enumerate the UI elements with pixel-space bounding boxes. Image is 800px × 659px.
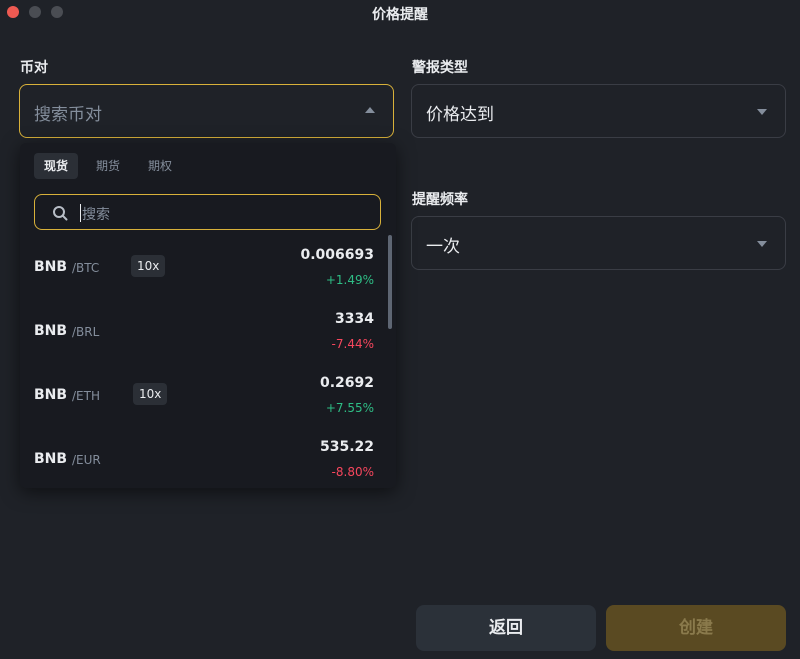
pair-change: +1.49% [325,273,374,287]
tab-futures[interactable]: 期货 [86,153,130,179]
pair-select[interactable]: 搜索币对 [19,84,394,138]
pair-label: 币对 [20,60,48,76]
search-icon [53,206,68,221]
pair-base: BNB [34,259,68,275]
pair-quote: /ETH [72,389,100,403]
pair-base: BNB [34,323,68,339]
pair-list-scrollbar[interactable] [388,235,392,329]
pair-row[interactable]: BNB /BTC 10x 0.006693 +1.49% [20,235,396,299]
alert-type-label: 警报类型 [412,60,468,76]
pair-change: -7.44% [331,337,374,351]
pair-base: BNB [34,451,68,467]
leverage-badge: 10x [131,255,166,277]
pair-price: 0.2692 [319,375,374,391]
chevron-up-icon [365,107,375,113]
frequency-select[interactable]: 一次 [411,216,786,270]
pair-quote: /EUR [72,453,101,467]
tab-spot[interactable]: 现货 [34,153,79,179]
price-alert-window: 价格提醒 币对 搜索币对 警报类型 价格达到 提醒频率 一次 现货 期货 期权 … [0,0,800,659]
alert-type-value: 价格达到 [426,105,494,125]
pair-change: -8.80% [331,465,374,479]
tab-options[interactable]: 期权 [138,153,182,179]
search-placeholder: 搜索 [82,207,110,223]
chevron-down-icon [757,241,767,247]
pair-base: BNB [34,387,68,403]
pair-list: BNB /BTC 10x 0.006693 +1.49% BNB /BRL 33… [20,235,396,488]
pair-search-placeholder: 搜索币对 [34,105,102,125]
pair-row[interactable]: BNB /EUR 535.22 -8.80% [20,427,396,488]
frequency-label: 提醒频率 [412,192,468,208]
frequency-value: 一次 [426,237,460,257]
pair-price: 0.006693 [300,247,374,263]
text-cursor [80,204,81,222]
pair-change: +7.55% [325,401,374,415]
pair-search-input[interactable]: 搜索 [34,194,381,230]
title-bar: 价格提醒 [0,0,800,26]
pair-price: 535.22 [319,439,374,455]
pair-quote: /BRL [72,325,100,339]
alert-type-select[interactable]: 价格达到 [411,84,786,138]
chevron-down-icon [757,109,767,115]
create-button[interactable]: 创建 [606,605,786,651]
leverage-badge: 10x [133,383,168,405]
window-title: 价格提醒 [372,7,428,23]
pair-quote: /BTC [72,261,100,275]
pair-row[interactable]: BNB /ETH 10x 0.2692 +7.55% [20,363,396,427]
pair-row[interactable]: BNB /BRL 3334 -7.44% [20,299,396,363]
pair-dropdown: 现货 期货 期权 搜索 BNB /BTC 10x 0.006693 +1.49%… [20,143,396,488]
market-tabs: 现货 期货 期权 [34,153,182,179]
back-button[interactable]: 返回 [416,605,596,651]
pair-price: 3334 [335,311,374,327]
